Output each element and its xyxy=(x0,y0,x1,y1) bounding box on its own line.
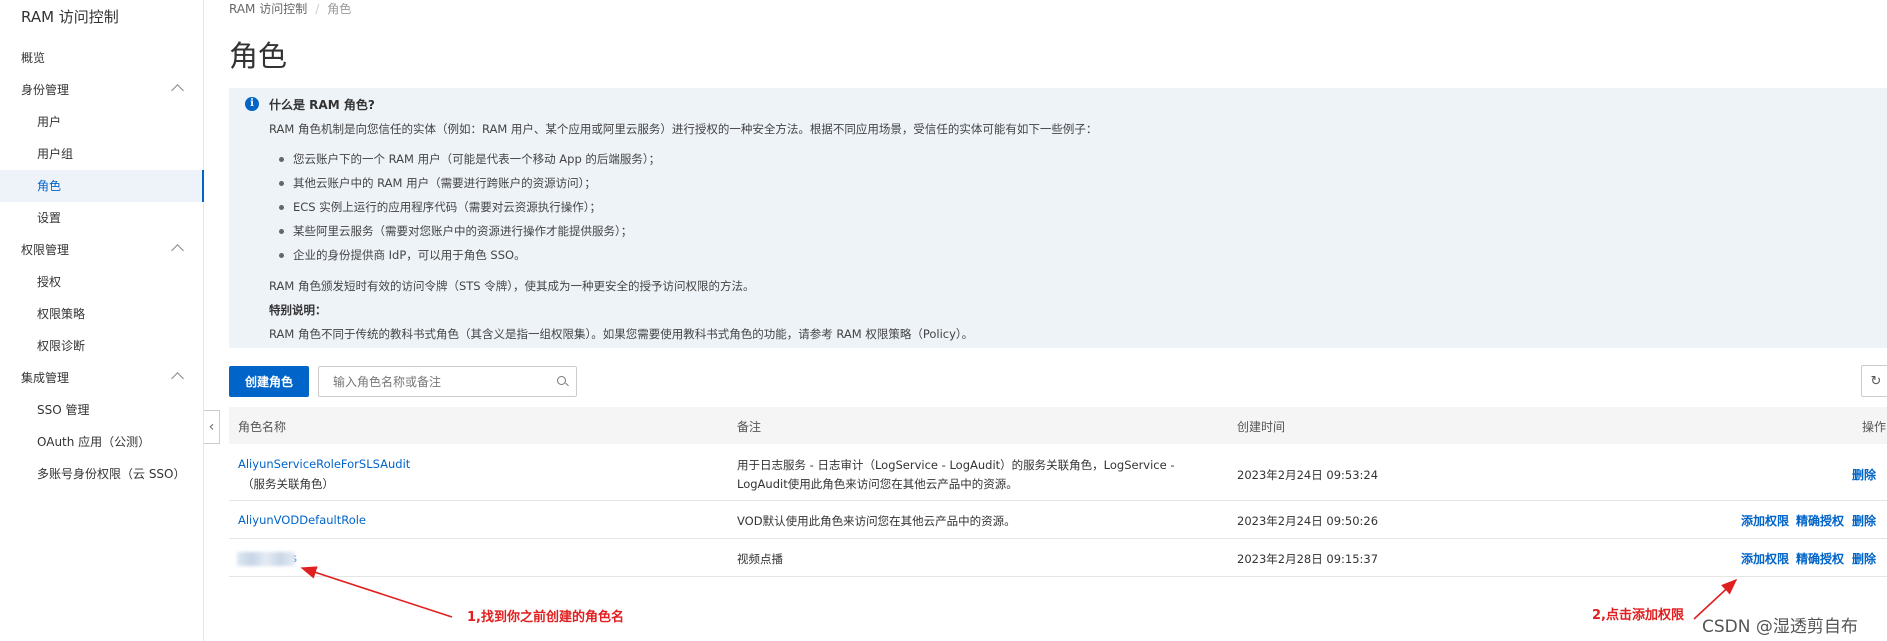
annotation-step2: 2,点击添加权限 xyxy=(1592,608,1684,623)
watermark: CSDN @湿透剪自布 xyxy=(1702,617,1858,637)
arrow-to-role-name xyxy=(300,566,453,618)
annotation-arrows xyxy=(300,566,1738,620)
annotation-step1: 1,找到你之前创建的角色名 xyxy=(467,610,624,625)
